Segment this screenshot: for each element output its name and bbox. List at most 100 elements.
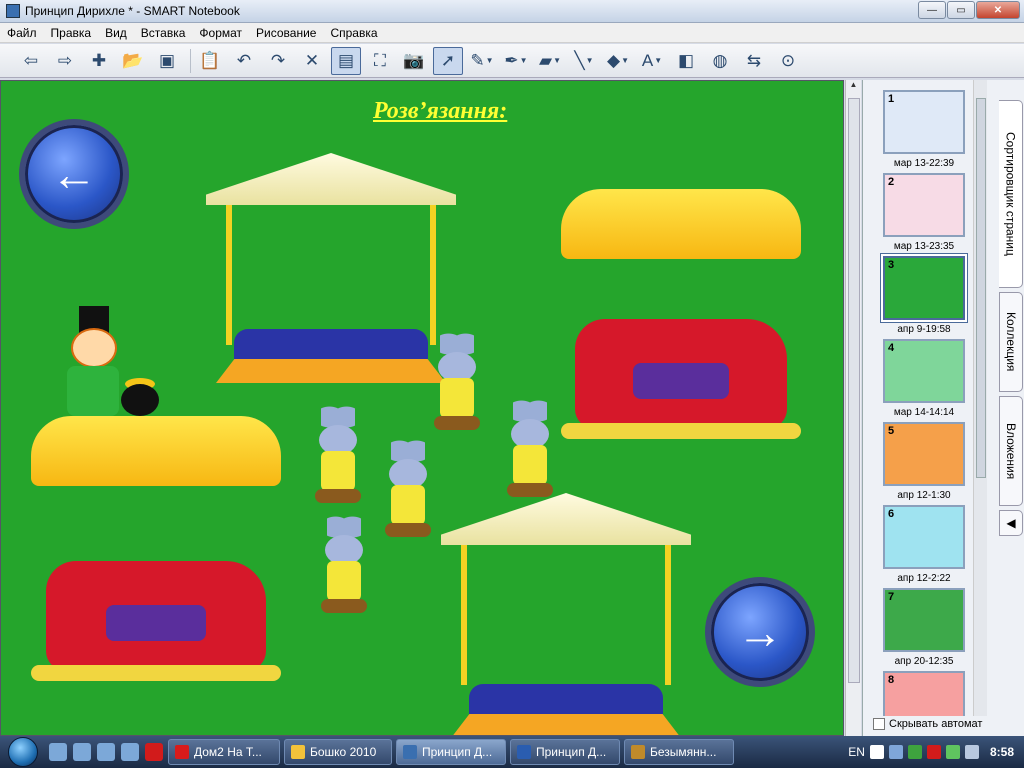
opera-icon[interactable] — [121, 743, 139, 761]
sorter-scrollbar[interactable] — [973, 80, 987, 716]
rabbit-image[interactable] — [377, 433, 439, 543]
properties-icon[interactable]: ◍ — [705, 47, 735, 75]
taskbar-item[interactable]: Принцип Д... — [510, 739, 620, 765]
thumbnail-image: 6 — [883, 505, 965, 569]
undo-icon[interactable]: ↶ — [229, 47, 259, 75]
page-thumbnail[interactable]: 1 мар 13-22:39 — [883, 90, 965, 169]
move-toolbar-icon[interactable]: ⊙ — [773, 47, 803, 75]
line-icon[interactable]: ╲ ▼ — [569, 47, 599, 75]
language-indicator[interactable]: EN — [848, 745, 865, 759]
thumbnail-image: 7 — [883, 588, 965, 652]
text-icon[interactable]: A ▼ — [637, 47, 667, 75]
start-button[interactable] — [0, 736, 46, 768]
help-icon[interactable] — [869, 745, 884, 759]
gazebo-image[interactable] — [441, 493, 691, 735]
slide-heading: Розв’язання: — [373, 98, 508, 124]
taskbar-item[interactable]: Бошко 2010 — [284, 739, 392, 765]
eraser-icon[interactable]: ▰ ▼ — [535, 47, 565, 75]
menu-view[interactable]: Вид — [98, 26, 134, 40]
thumbnail-caption: мар 13-23:35 — [893, 241, 955, 252]
menu-bar: Файл Правка Вид Вставка Формат Рисование… — [0, 23, 1024, 43]
slide-canvas[interactable]: Розв’язання: ← → — [0, 80, 844, 736]
smart-notebook-icon — [403, 745, 417, 759]
word-icon — [517, 745, 531, 759]
creative-pen-icon[interactable]: ✒ ▼ — [501, 47, 531, 75]
toolbar-divider — [190, 48, 191, 73]
tab-attachments[interactable]: Вложения — [999, 396, 1023, 506]
save-icon[interactable]: ▣ — [152, 47, 182, 75]
window-title: Принцип Дирихле * - SMART Notebook — [25, 4, 240, 18]
open-icon[interactable]: 📂 — [118, 47, 148, 75]
clock[interactable]: 8:58 — [990, 745, 1014, 759]
antivirus-icon[interactable] — [926, 745, 941, 759]
scroll-up-icon[interactable]: ▲ — [846, 80, 861, 96]
rabbit-image[interactable] — [307, 399, 369, 509]
more-icon[interactable]: ⇆ — [739, 47, 769, 75]
scroll-thumb[interactable] — [976, 98, 986, 478]
checkbox-icon[interactable] — [873, 718, 885, 730]
page-thumbnail[interactable]: 6 апр 12-2:22 — [883, 505, 965, 584]
volume-icon[interactable] — [964, 745, 979, 759]
camera-icon[interactable]: 📷 — [399, 47, 429, 75]
paint-icon — [631, 745, 645, 759]
toolbar: ⇦ ⇨ ✚ 📂 ▣ 📋 ↶ ↷ ✕ ▤ ⛶ 📷 ➚ ✎ ▼ ✒ ▼ ▰ ▼ ╲ ▼ ◆ ▼… — [0, 44, 1024, 78]
page-thumbnail[interactable]: 5 апр 12-1:30 — [883, 422, 965, 501]
redo-icon[interactable]: ↷ — [263, 47, 293, 75]
taskbar-item[interactable]: Безымянн... — [624, 739, 734, 765]
page-thumbnail[interactable]: 4 мар 14-14:14 — [883, 339, 965, 418]
tray-icon[interactable] — [907, 745, 922, 759]
fill-icon[interactable]: ◧ — [671, 47, 701, 75]
select-icon[interactable]: ➚ — [433, 46, 463, 75]
previous-slide-button[interactable]: ← — [19, 119, 129, 229]
swing-image[interactable] — [31, 416, 281, 681]
autohide-checkbox[interactable]: Скрывать автомат — [873, 718, 982, 730]
rabbit-image[interactable] — [313, 509, 375, 619]
tab-page-sorter[interactable]: Сортировщик страниц — [999, 100, 1023, 288]
menu-format[interactable]: Формат — [192, 26, 249, 40]
taskbar-item[interactable]: Дом2 На Т... — [168, 739, 280, 765]
menu-edit[interactable]: Правка — [44, 26, 99, 40]
page-thumbnail[interactable]: 2 мар 13-23:35 — [883, 173, 965, 252]
minimize-button[interactable]: — — [918, 1, 946, 19]
gazebo-image[interactable] — [206, 153, 456, 383]
page-thumbnail[interactable]: 8 — [883, 671, 965, 716]
menu-draw[interactable]: Рисование — [249, 26, 323, 40]
network-icon[interactable] — [945, 745, 960, 759]
quicklaunch-icon[interactable] — [49, 743, 67, 761]
taskbar-item-active[interactable]: Принцип Д... — [396, 739, 506, 765]
title-bar: Принцип Дирихле * - SMART Notebook — ▭ ✕ — [0, 0, 1024, 23]
quicklaunch-icon[interactable] — [97, 743, 115, 761]
scroll-thumb[interactable] — [848, 98, 860, 683]
canvas-scrollbar[interactable]: ▲ — [845, 80, 861, 736]
full-screen-icon[interactable]: ⛶ — [365, 47, 395, 75]
page-thumbnail-selected[interactable]: 3 апр 9-19:58 — [883, 256, 965, 335]
rabbit-image[interactable] — [426, 326, 488, 436]
swing-image[interactable] — [561, 189, 801, 439]
page-thumbnail[interactable]: 7 апр 20-12:35 — [883, 588, 965, 667]
maximize-button[interactable]: ▭ — [947, 1, 975, 19]
collapse-panel-icon[interactable]: ◀ — [999, 510, 1023, 536]
back-arrow-icon[interactable]: ⇦ — [16, 47, 46, 75]
smart-notebook-icon — [6, 4, 20, 18]
close-button[interactable]: ✕ — [976, 1, 1020, 19]
add-page-icon[interactable]: ✚ — [84, 47, 114, 75]
opera-icon[interactable] — [145, 743, 163, 761]
ie-icon[interactable] — [73, 743, 91, 761]
shapes-icon[interactable]: ◆ ▼ — [603, 47, 633, 75]
tab-gallery[interactable]: Коллекция — [999, 292, 1023, 392]
paste-icon[interactable]: 📋 — [195, 47, 225, 75]
rabbit-image[interactable] — [499, 393, 561, 503]
leprechaun-image[interactable] — [63, 306, 159, 426]
tray-icon[interactable] — [888, 745, 903, 759]
menu-help[interactable]: Справка — [323, 26, 384, 40]
screen-shade-icon[interactable]: ▤ — [331, 46, 361, 75]
menu-insert[interactable]: Вставка — [134, 26, 193, 40]
page-sorter: 1 мар 13-22:39 2 мар 13-23:35 3 апр 9-19:58… — [863, 80, 997, 716]
menu-file[interactable]: Файл — [0, 26, 44, 40]
forward-arrow-icon[interactable]: ⇨ — [50, 47, 80, 75]
windows-orb-icon — [8, 737, 38, 767]
autohide-label: Скрывать автомат — [889, 718, 983, 730]
next-slide-button[interactable]: → — [705, 577, 815, 687]
pen-icon[interactable]: ✎ ▼ — [467, 47, 497, 75]
delete-icon[interactable]: ✕ — [297, 47, 327, 75]
